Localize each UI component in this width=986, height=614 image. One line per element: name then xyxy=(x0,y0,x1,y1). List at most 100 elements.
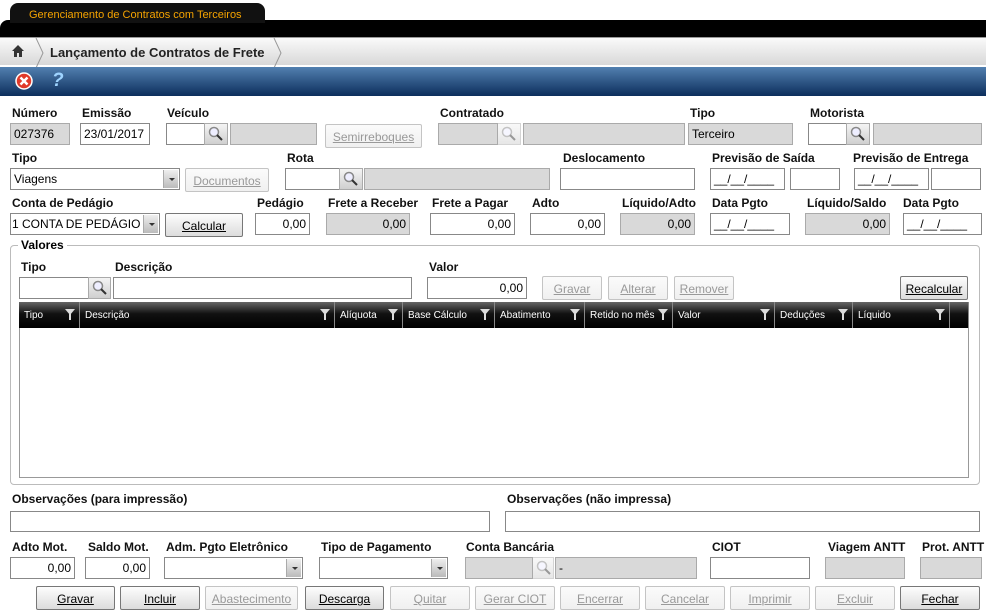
gravar-button[interactable]: Gravar xyxy=(36,586,115,610)
motorista-desc-field xyxy=(873,123,982,145)
conta-bancaria-search-icon[interactable] xyxy=(532,557,554,579)
valores-table-body[interactable] xyxy=(19,328,969,478)
data-pgto-saldo-field[interactable]: __/__/____ xyxy=(903,213,982,235)
valores-alterar-button[interactable]: Alterar xyxy=(608,276,668,300)
motorista-field[interactable] xyxy=(808,123,847,145)
column-label: Abatimento xyxy=(500,310,551,321)
emissao-field[interactable]: 23/01/2017 xyxy=(80,123,150,145)
column-label: Descrição xyxy=(85,310,130,321)
obs-nao-impressa-field[interactable] xyxy=(505,511,980,532)
valores-tipo-field[interactable] xyxy=(19,277,89,299)
filter-icon[interactable] xyxy=(838,309,848,320)
semirreboques-button[interactable]: Semirreboques xyxy=(325,124,422,148)
previsao-entrega-time[interactable] xyxy=(931,168,981,190)
valores-legend: Valores xyxy=(18,238,67,252)
filter-icon[interactable] xyxy=(320,309,330,320)
obs-nao-impressa-label: Observações (não impressa) xyxy=(507,492,672,506)
conta-pedagio-select[interactable]: 1 CONTA DE PEDÁGIO xyxy=(10,213,160,235)
filter-icon[interactable] xyxy=(65,309,75,320)
fechar-button[interactable]: Fechar xyxy=(900,586,980,610)
column-header-base-calculo[interactable]: Base Cálculo xyxy=(403,302,495,328)
saldo-mot-field[interactable]: 0,00 xyxy=(85,557,150,579)
abastecimento-button[interactable]: Abastecimento xyxy=(205,586,298,610)
column-header-valor[interactable]: Valor xyxy=(673,302,775,328)
adto-mot-field[interactable]: 0,00 xyxy=(10,557,75,579)
filter-icon[interactable] xyxy=(388,309,398,320)
valores-tipo-label: Tipo xyxy=(21,260,47,274)
conta-pedagio-label: Conta de Pedágio xyxy=(12,196,114,210)
previsao-entrega-date[interactable]: __/__/____ xyxy=(854,168,929,190)
ciot-field[interactable] xyxy=(710,557,810,579)
filter-icon[interactable] xyxy=(658,309,668,320)
adto-label: Adto xyxy=(532,196,560,210)
filter-icon[interactable] xyxy=(935,309,945,320)
column-header-liquido[interactable]: Líquido xyxy=(853,302,950,328)
filter-icon[interactable] xyxy=(570,309,580,320)
close-icon[interactable] xyxy=(15,72,33,90)
pedagio-field[interactable]: 0,00 xyxy=(255,213,310,235)
data-pgto-adto-label: Data Pgto xyxy=(712,196,769,210)
deslocamento-field[interactable] xyxy=(560,168,695,190)
quitar-button[interactable]: Quitar xyxy=(390,586,470,610)
column-label: Retido no mês xyxy=(590,310,655,321)
rota-field[interactable] xyxy=(285,168,340,190)
app-tab[interactable]: Gerenciamento de Contratos com Terceiros xyxy=(10,3,265,23)
previsao-saida-date[interactable]: __/__/____ xyxy=(710,168,785,190)
toolbar: ? xyxy=(0,67,986,96)
column-header-abatimento[interactable]: Abatimento xyxy=(495,302,585,328)
contratado-label: Contratado xyxy=(440,106,504,120)
conta-pedagio-value: 1 CONTA DE PEDÁGIO xyxy=(12,217,141,231)
gerar-ciot-button[interactable]: Gerar CIOT xyxy=(475,586,555,610)
motorista-search-icon[interactable] xyxy=(846,123,870,145)
filter-icon[interactable] xyxy=(760,309,770,320)
obs-impressao-field[interactable] xyxy=(10,511,490,532)
liquido-adto-field: 0,00 xyxy=(620,213,695,235)
imprimir-button[interactable]: Imprimir xyxy=(730,586,810,610)
contratado-search-icon[interactable] xyxy=(497,123,521,145)
descarga-button[interactable]: Descarga xyxy=(305,586,384,610)
column-header-descricao[interactable]: Descrição xyxy=(80,302,335,328)
conta-bancaria-label: Conta Bancária xyxy=(466,540,555,554)
column-header-aliquota[interactable]: Alíquota xyxy=(335,302,403,328)
adto-field[interactable]: 0,00 xyxy=(530,213,605,235)
help-icon[interactable]: ? xyxy=(52,70,64,92)
chevron-down-icon xyxy=(431,559,446,577)
conta-bancaria-desc-field: - xyxy=(555,557,697,579)
filter-icon[interactable] xyxy=(480,309,490,320)
motorista-label: Motorista xyxy=(810,106,864,120)
data-pgto-adto-field[interactable]: __/__/____ xyxy=(710,213,790,235)
valores-gravar-button[interactable]: Gravar xyxy=(542,276,602,300)
cancelar-button[interactable]: Cancelar xyxy=(645,586,725,610)
tipo-pagamento-select[interactable] xyxy=(319,557,448,579)
documentos-button[interactable]: Documentos xyxy=(185,168,269,192)
veiculo-field[interactable] xyxy=(166,123,205,145)
rota-search-icon[interactable] xyxy=(339,168,363,190)
valores-descricao-field[interactable] xyxy=(113,277,412,299)
adm-pgto-select[interactable] xyxy=(164,557,303,579)
excluir-button[interactable]: Excluir xyxy=(815,586,895,610)
valores-remover-button[interactable]: Remover xyxy=(674,276,734,300)
conta-bancaria-field xyxy=(465,557,533,579)
home-icon[interactable] xyxy=(11,44,25,58)
column-label: Líquido xyxy=(858,310,891,321)
adm-pgto-label: Adm. Pgto Eletrônico xyxy=(166,540,289,554)
tipo-viagem-select[interactable]: Viagens xyxy=(10,168,180,190)
column-header-deducoes[interactable]: Deduções xyxy=(775,302,853,328)
previsao-entrega-label: Previsão de Entrega xyxy=(853,151,969,165)
recalcular-button[interactable]: Recalcular xyxy=(900,276,968,300)
frete-pagar-field[interactable]: 0,00 xyxy=(430,213,515,235)
incluir-button[interactable]: Incluir xyxy=(120,586,200,610)
column-header-tipo[interactable]: Tipo xyxy=(19,302,80,328)
column-header-retido[interactable]: Retido no mês xyxy=(585,302,673,328)
veiculo-desc-field xyxy=(230,123,317,145)
breadcrumb-title: Lançamento de Contratos de Frete xyxy=(50,45,265,60)
encerrar-button[interactable]: Encerrar xyxy=(560,586,640,610)
calcular-button[interactable]: Calcular xyxy=(165,213,243,237)
tipo-viagem-label: Tipo xyxy=(12,151,38,165)
previsao-saida-time[interactable] xyxy=(790,168,840,190)
numero-field: 027376 xyxy=(10,123,70,145)
chevron-down-icon xyxy=(143,215,158,233)
valores-tipo-search-icon[interactable] xyxy=(88,277,111,299)
valores-valor-field[interactable]: 0,00 xyxy=(427,277,527,299)
veiculo-search-icon[interactable] xyxy=(204,123,228,145)
